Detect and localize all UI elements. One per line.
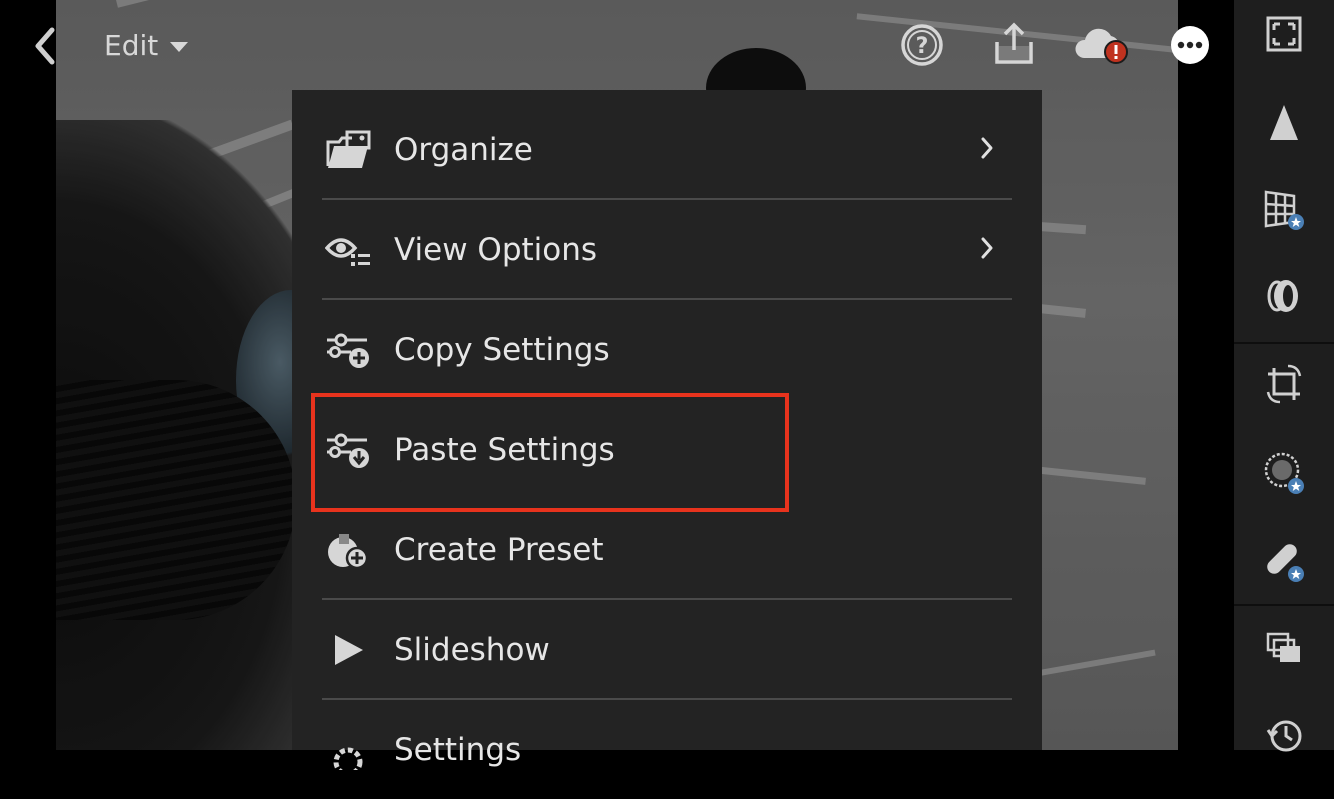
crop-rotate-icon[interactable] [1256,356,1312,412]
geometry-grid-icon[interactable] [1256,180,1312,236]
preset-plus-icon [324,528,372,572]
mode-dropdown[interactable]: Edit [104,28,189,64]
folder-photos-icon [324,128,372,172]
share-icon[interactable] [991,22,1037,68]
versions-icon[interactable] [1256,620,1312,676]
menu-item-label: Create Preset [394,531,604,568]
eye-list-icon [324,228,372,272]
mode-label: Edit [104,29,159,62]
menu-item-label: Organize [394,131,533,168]
chevron-down-icon [170,42,189,52]
help-icon[interactable]: ? [899,22,945,68]
more-icon[interactable] [1169,22,1215,68]
fit-frame-icon[interactable] [1256,6,1312,62]
chevron-right-icon [981,237,993,259]
history-icon[interactable] [1256,706,1312,762]
svg-text:?: ? [916,34,929,59]
menu-item-view-options[interactable]: View Options [322,200,1012,299]
menu-item-create-preset[interactable]: Create Preset [322,500,1012,599]
back-icon[interactable] [30,26,60,66]
menu-item-organize[interactable]: Organize [322,100,1012,199]
menu-item-label: Slideshow [394,631,550,668]
cloud-error-icon[interactable] [1072,22,1132,68]
healing-bandage-icon[interactable] [1256,532,1312,588]
sliders-plus-icon [324,328,372,372]
selective-brush-icon[interactable] [1256,444,1312,500]
menu-item-label: Copy Settings [394,331,610,368]
play-icon [324,628,372,672]
chevron-right-icon [981,137,993,159]
tone-icon[interactable] [1256,94,1312,150]
menu-item-copy-settings[interactable]: Copy Settings [322,300,1012,399]
menu-item-slideshow[interactable]: Slideshow [322,600,1012,699]
paste-settings-highlight [311,393,789,512]
optics-lens-icon[interactable] [1256,268,1312,324]
menu-item-label: View Options [394,231,598,268]
